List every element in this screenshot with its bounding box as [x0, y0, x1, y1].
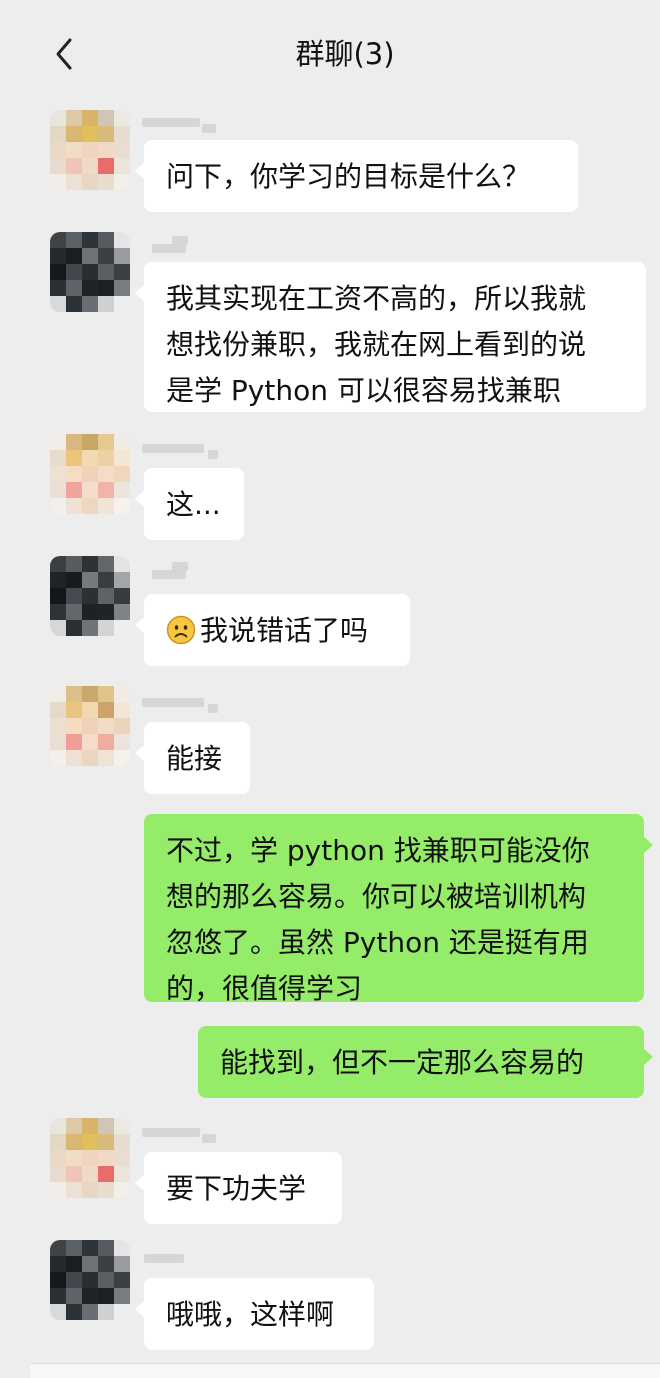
avatar[interactable] [50, 556, 130, 636]
message-bubble[interactable]: 不过，学 python 找兼职可能没你 想的那么容易。你可以被培训机构 忽悠了。… [144, 814, 653, 1005]
message-bubble[interactable]: 问下，你学习的目标是什么？ [135, 140, 578, 212]
message-bubble[interactable]: 要下功夫学 [135, 1152, 342, 1224]
message-bubble[interactable]: 能接 [135, 722, 250, 794]
chat-screen: 群聊(3) 问下，你学习的目标是什么？ 我其实现在工资不高的，所以我就 想找份兼… [30, 0, 660, 1378]
message-text: 我说错话了吗 [200, 614, 369, 647]
avatar[interactable] [50, 434, 130, 514]
frowning-face-icon [166, 615, 196, 645]
top-bar: 群聊(3) [30, 0, 660, 100]
message-bubble[interactable]: 能找到，但不一定那么容易的 [198, 1026, 653, 1098]
message-bubble[interactable]: 我其实现在工资不高的，所以我就 想找份兼职，我就在网上看到的说 是学 Pytho… [135, 262, 646, 412]
chat-title: 群聊(3) [295, 37, 395, 71]
avatar[interactable] [50, 1118, 130, 1198]
avatar[interactable] [50, 686, 130, 766]
avatar[interactable] [50, 232, 130, 312]
message-bubble[interactable]: 这... [135, 468, 244, 540]
message-bubble[interactable]: 哦哦，这样啊 [135, 1278, 374, 1350]
message-bubble[interactable]: 我说错话了吗 [135, 594, 410, 666]
avatar[interactable] [50, 1240, 130, 1320]
avatar[interactable] [50, 110, 130, 190]
